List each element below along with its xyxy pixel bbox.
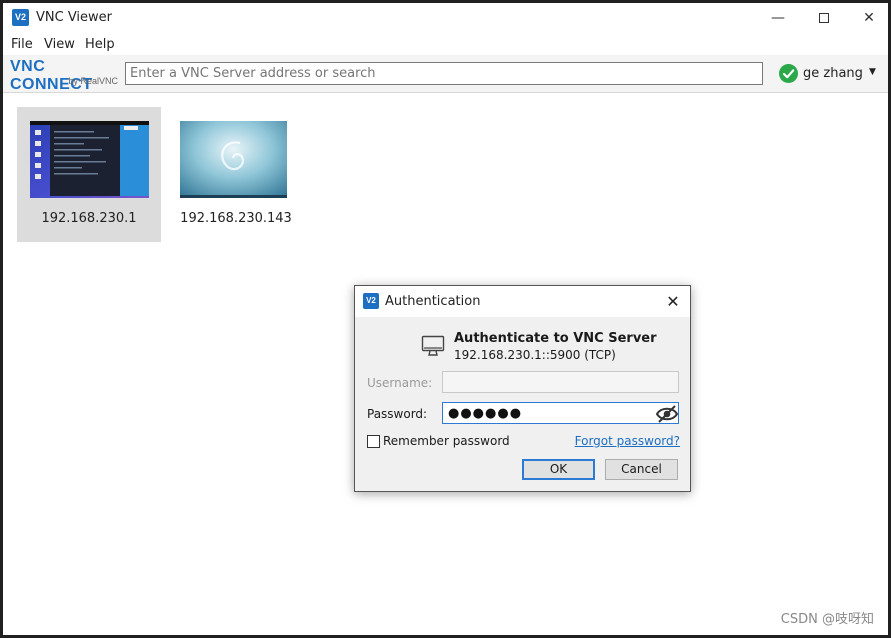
logo-subtext: by RealVNC [68, 76, 118, 86]
menu-file[interactable]: File [11, 37, 33, 52]
forgot-password-link[interactable]: Forgot password? [575, 434, 680, 448]
watermark: CSDN @吱呀知 [780, 612, 874, 627]
user-name: ge zhang [803, 66, 863, 81]
auth-heading: Authenticate to VNC Server [454, 331, 657, 346]
minimize-icon: — [771, 10, 785, 26]
vnc-connect-logo: VNC CONNECT by RealVNC [10, 58, 120, 93]
vnc-app-icon: V2 [363, 293, 379, 309]
eye-slash-icon[interactable] [655, 404, 679, 424]
user-menu[interactable]: ge zhang ▼ [777, 62, 885, 86]
menu-help[interactable]: Help [85, 37, 115, 52]
maximize-button[interactable] [801, 3, 847, 33]
chevron-down-icon[interactable]: ▼ [869, 67, 876, 77]
maximize-icon [819, 13, 829, 23]
close-button[interactable]: ✕ [846, 3, 891, 33]
close-icon: ✕ [666, 292, 680, 311]
monitor-icon [421, 334, 445, 358]
password-label: Password: [367, 407, 428, 421]
connection-tile-192-168-230-1[interactable]: 192.168.230.1 [17, 107, 161, 242]
dialog-close-button[interactable]: ✕ [662, 291, 684, 313]
search-input[interactable] [125, 62, 763, 85]
title-bar: V2 VNC Viewer — ✕ [3, 3, 888, 33]
connection-label: 192.168.230.1 [41, 211, 137, 226]
cancel-button[interactable]: Cancel [605, 459, 678, 480]
desktop-thumbnail [30, 121, 149, 198]
username-label: Username: [367, 376, 433, 390]
minimize-button[interactable]: — [755, 3, 801, 33]
dialog-title-bar: V2 Authentication ✕ [355, 286, 690, 317]
remember-password-label[interactable]: Remember password [383, 434, 510, 448]
server-address: 192.168.230.1::5900 (TCP) [454, 348, 616, 362]
ok-button[interactable]: OK [522, 459, 595, 480]
close-icon: ✕ [863, 10, 875, 26]
window-title: VNC Viewer [36, 10, 113, 25]
vnc-viewer-window: V2 VNC Viewer — ✕ File View Help VNC CON… [0, 0, 891, 638]
toolbar: VNC CONNECT by RealVNC ge zhang ▼ [3, 55, 888, 93]
password-field[interactable]: ●●●●●● [442, 402, 679, 424]
desktop-thumbnail [180, 121, 287, 198]
password-value: ●●●●●● [448, 406, 523, 421]
dialog-title: Authentication [385, 294, 481, 309]
authentication-dialog: V2 Authentication ✕ Authenticate to VNC … [354, 285, 691, 492]
connection-tile-192-168-230-143[interactable]: 192.168.230.143 [164, 107, 308, 242]
remember-password-checkbox[interactable] [367, 435, 380, 448]
username-field [442, 371, 679, 393]
menu-bar: File View Help [3, 33, 888, 55]
status-check-icon [779, 64, 798, 83]
vnc-app-icon: V2 [12, 9, 29, 26]
connection-label: 192.168.230.143 [180, 211, 292, 226]
menu-view[interactable]: View [44, 37, 75, 52]
